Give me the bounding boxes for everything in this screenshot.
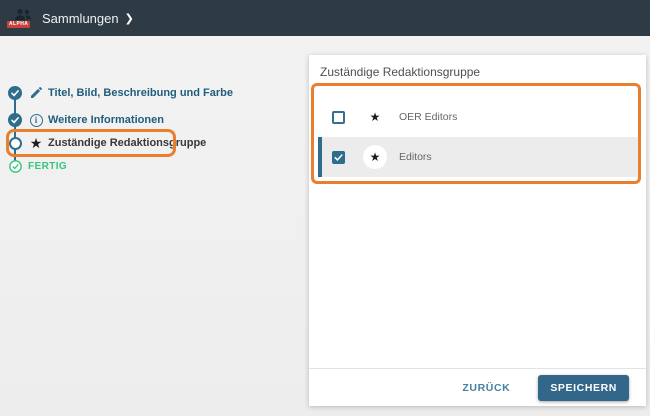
checkbox-checked[interactable] [332, 151, 345, 164]
group-avatar: ★ [363, 145, 387, 169]
dialog-title: Zuständige Redaktionsgruppe [320, 65, 480, 79]
app-logo[interactable]: ALPHA [7, 6, 33, 30]
pencil-icon [28, 86, 44, 100]
step-label: Titel, Bild, Beschreibung und Farbe [48, 87, 233, 99]
breadcrumb-chevron-icon: ❯ [125, 12, 134, 25]
group-row-oer-editors[interactable]: ★ OER Editors [318, 97, 640, 137]
info-icon: i [28, 114, 44, 127]
star-icon: ★ [370, 111, 381, 123]
group-row-editors[interactable]: ★ Editors [318, 137, 640, 177]
check-circle-icon [8, 159, 22, 173]
back-button[interactable]: ZURÜCK [462, 382, 510, 394]
star-icon: ★ [370, 151, 381, 163]
check-circle-icon [8, 113, 22, 127]
dialog-footer: ZURÜCK SPEICHERN [309, 368, 646, 406]
alpha-badge: ALPHA [7, 21, 30, 28]
group-label: OER Editors [399, 111, 457, 123]
checkbox-unchecked[interactable] [332, 111, 345, 124]
group-avatar: ★ [363, 105, 387, 129]
selected-row-indicator [318, 137, 322, 177]
step-label: FERTIG [28, 161, 67, 172]
step-label: Zuständige Redaktionsgruppe [48, 137, 206, 149]
breadcrumb[interactable]: Sammlungen [42, 11, 119, 26]
active-step-circle-icon [9, 137, 22, 150]
step-label: Weitere Informationen [48, 114, 164, 126]
group-label: Editors [399, 151, 432, 163]
stepper-connector [14, 93, 16, 166]
save-button[interactable]: SPEICHERN [538, 375, 629, 401]
people-icon [14, 8, 32, 22]
app-topbar: ALPHA Sammlungen ❯ [0, 0, 650, 36]
check-circle-icon [8, 86, 22, 100]
dialog-card: Zuständige Redaktionsgruppe ★ OER Editor… [309, 55, 646, 406]
star-icon: ★ [28, 136, 44, 150]
